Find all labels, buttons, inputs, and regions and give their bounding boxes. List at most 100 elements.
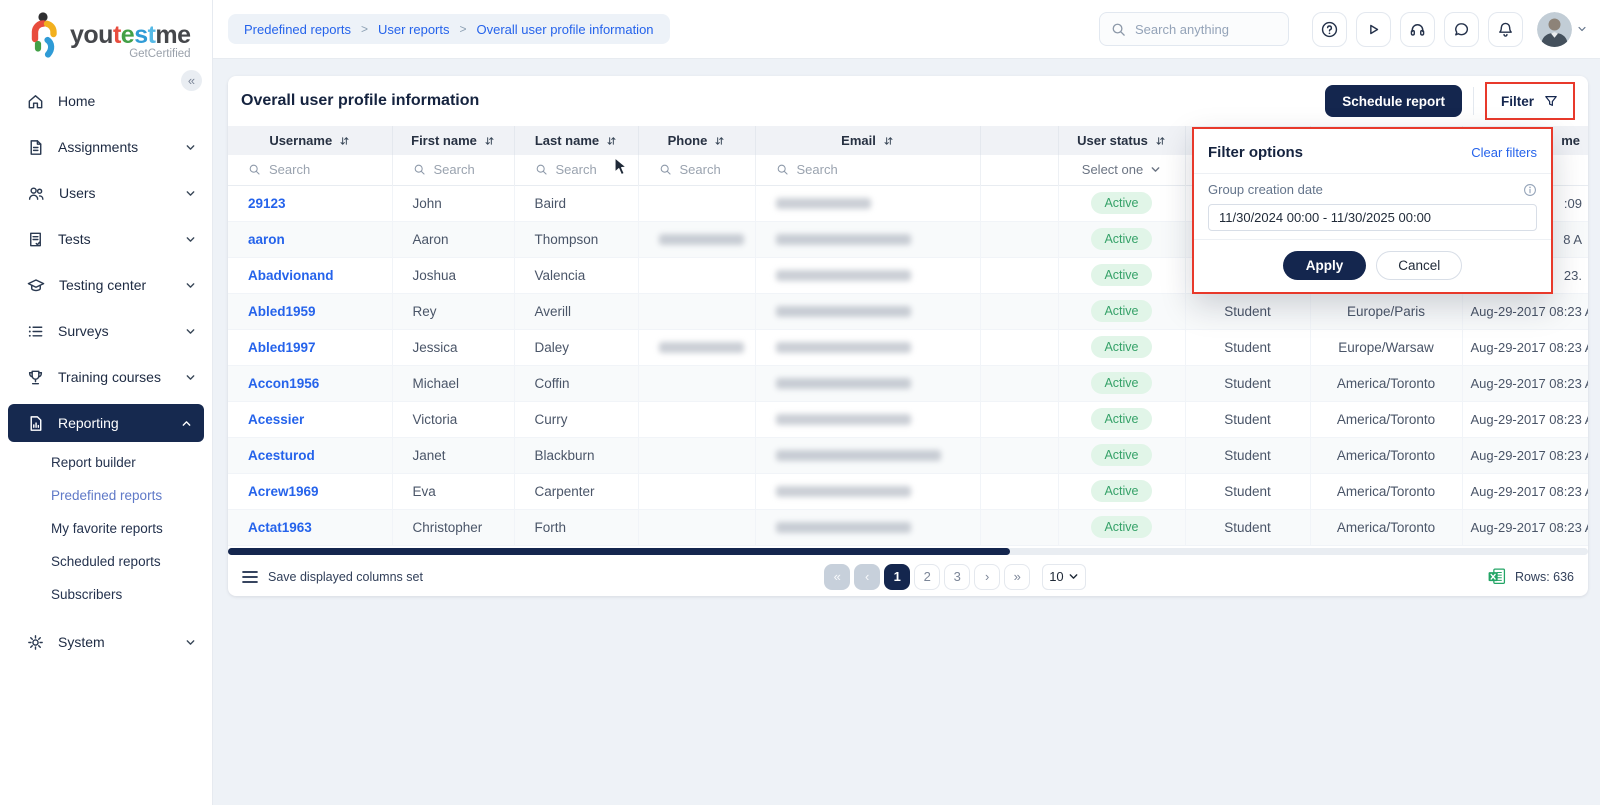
chevron-up-icon — [181, 418, 192, 429]
breadcrumb-link-predefined-reports[interactable]: Predefined reports — [244, 22, 351, 37]
avatar[interactable] — [1537, 12, 1572, 47]
breadcrumb-link-user-reports[interactable]: User reports — [378, 22, 450, 37]
filter-button[interactable]: Filter — [1489, 86, 1571, 116]
col-filter-cell: Search — [755, 155, 980, 185]
redacted-phone — [659, 234, 744, 245]
cell-first-name: Joshua — [392, 257, 514, 293]
cell-phone — [638, 473, 755, 509]
col-header-label: User status — [1077, 133, 1148, 148]
pagination-last-button[interactable]: » — [1004, 564, 1030, 590]
pagination-next-button[interactable]: › — [974, 564, 1000, 590]
col-filter-cell: Search — [638, 155, 755, 185]
sidebar-item-surveys[interactable]: Surveys — [0, 308, 212, 354]
sort-icon[interactable] — [339, 135, 350, 147]
scrollbar-thumb[interactable] — [228, 548, 1010, 555]
save-columns-button[interactable]: Save displayed columns set — [242, 570, 423, 584]
report-actions: Schedule report Filter — [1325, 82, 1575, 120]
sidebar-menu: HomeAssignmentsUsersTestsTesting centerS… — [0, 78, 212, 665]
schedule-report-button[interactable]: Schedule report — [1325, 85, 1462, 117]
sidebar-item-system[interactable]: System — [0, 619, 212, 665]
brand-mark-icon — [26, 12, 62, 62]
sidebar-subitem-predefined-reports[interactable]: Predefined reports — [0, 479, 212, 512]
cell-username: Acesturod — [228, 437, 392, 473]
username-link[interactable]: Acrew1969 — [248, 484, 319, 499]
sort-icon[interactable] — [714, 135, 725, 147]
filter-options-panel: Filter options Clear filters Group creat… — [1192, 127, 1553, 294]
assignments-icon — [26, 138, 45, 157]
info-icon[interactable] — [1523, 183, 1537, 197]
sort-icon[interactable] — [1155, 135, 1166, 147]
cell-username: Abadvionand — [228, 257, 392, 293]
cell-first-name: Michael — [392, 365, 514, 401]
search-icon — [248, 163, 261, 176]
username-link[interactable]: 29123 — [248, 196, 286, 211]
sidebar-collapse-button[interactable]: « — [181, 70, 202, 91]
cell-user-status: Active — [1058, 509, 1185, 545]
sort-icon[interactable] — [484, 135, 495, 147]
column-search-input[interactable]: Search — [515, 162, 638, 177]
sidebar-item-reporting[interactable]: Reporting — [8, 404, 204, 442]
sidebar-item-home[interactable]: Home — [0, 78, 212, 124]
cell-empty — [980, 257, 1058, 293]
table-row: AcesturodJanetBlackburnActiveStudentAmer… — [228, 437, 1588, 473]
username-link[interactable]: Abadvionand — [248, 268, 334, 283]
sort-icon[interactable] — [606, 135, 617, 147]
column-search-input[interactable]: Search — [393, 162, 514, 177]
clear-filters-link[interactable]: Clear filters — [1471, 145, 1537, 160]
brand-logo: youtestme GetCertified — [0, 0, 212, 64]
username-link[interactable]: Abled1997 — [248, 340, 316, 355]
col-header-label: Username — [269, 133, 332, 148]
headset-button[interactable] — [1400, 12, 1435, 47]
column-search-input[interactable]: Search — [639, 162, 755, 177]
redacted-email — [776, 342, 911, 353]
cell-user-status: Active — [1058, 329, 1185, 365]
username-link[interactable]: Actat1963 — [248, 520, 312, 535]
sidebar-item-users[interactable]: Users — [0, 170, 212, 216]
column-search-input[interactable]: Search — [756, 162, 980, 177]
username-link[interactable]: Acesturod — [248, 448, 315, 463]
username-link[interactable]: Acessier — [248, 412, 304, 427]
column-search-input[interactable]: Search — [228, 162, 392, 177]
cancel-button[interactable]: Cancel — [1376, 251, 1462, 280]
horizontal-scrollbar[interactable] — [228, 548, 1588, 555]
sidebar-subitem-label: Predefined reports — [51, 488, 162, 503]
sidebar-item-testing-center[interactable]: Testing center — [0, 262, 212, 308]
pagination-page-1[interactable]: 1 — [884, 564, 910, 590]
sidebar-subitem-my-favorite-reports[interactable]: My favorite reports — [0, 512, 212, 545]
sidebar-item-tests[interactable]: Tests — [0, 216, 212, 262]
topbar-actions: Search anything — [1099, 12, 1587, 47]
bell-button[interactable] — [1488, 12, 1523, 47]
user-menu[interactable] — [1537, 12, 1587, 47]
cell-empty — [980, 473, 1058, 509]
excel-export-icon[interactable] — [1487, 567, 1506, 586]
sidebar-subitem-report-builder[interactable]: Report builder — [0, 446, 212, 479]
pagination-prev-button[interactable]: ‹ — [854, 564, 880, 590]
page-size-select[interactable]: 10 — [1042, 564, 1085, 590]
pagination-page-3[interactable]: 3 — [944, 564, 970, 590]
username-link[interactable]: Accon1956 — [248, 376, 319, 391]
sidebar-item-assignments[interactable]: Assignments — [0, 124, 212, 170]
username-link[interactable]: Abled1959 — [248, 304, 316, 319]
table-row: AcessierVictoriaCurryActiveStudentAmeric… — [228, 401, 1588, 437]
sidebar-item-training-courses[interactable]: Training courses — [0, 354, 212, 400]
sidebar-subitem-subscribers[interactable]: Subscribers — [0, 578, 212, 611]
pagination-page-2[interactable]: 2 — [914, 564, 940, 590]
pagination-first-button[interactable]: « — [824, 564, 850, 590]
play-button[interactable] — [1356, 12, 1391, 47]
date-range-input[interactable]: 11/30/2024 00:00 - 11/30/2025 00:00 — [1208, 204, 1537, 231]
apply-button[interactable]: Apply — [1283, 251, 1367, 280]
search-icon — [535, 163, 548, 176]
username-link[interactable]: aaron — [248, 232, 285, 247]
sidebar-subitem-scheduled-reports[interactable]: Scheduled reports — [0, 545, 212, 578]
chat-button[interactable] — [1444, 12, 1479, 47]
breadcrumb-link-overall-user-profile-information[interactable]: Overall user profile information — [477, 22, 654, 37]
status-select[interactable]: Select one — [1059, 162, 1185, 177]
global-search-input[interactable]: Search anything — [1099, 12, 1289, 46]
table-footer: Save displayed columns set «‹123›»10 Row… — [228, 555, 1588, 599]
cell-phone — [638, 185, 755, 221]
col-header-email: Email — [755, 126, 980, 155]
cell-user-status: Active — [1058, 257, 1185, 293]
col-filter-cell: Search — [228, 155, 392, 185]
sort-icon[interactable] — [883, 135, 894, 147]
help-button[interactable] — [1312, 12, 1347, 47]
